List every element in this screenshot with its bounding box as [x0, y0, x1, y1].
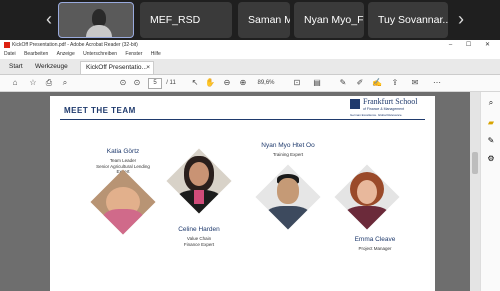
page-total: / 11 — [166, 80, 176, 86]
share-icon[interactable]: ⇪ — [390, 78, 400, 88]
team-member-photo — [334, 164, 400, 230]
document-viewport[interactable]: Meet the Team Frankfurt School of Financ… — [0, 92, 470, 291]
tab-start[interactable]: Start — [4, 61, 28, 73]
sign-icon[interactable]: ✍ — [372, 78, 382, 88]
tab-document-label: KickOff Presentatio... — [86, 64, 147, 71]
team-member-photo — [90, 169, 156, 235]
person-video-body — [86, 25, 112, 37]
next-page-icon[interactable]: ⊙ — [132, 78, 142, 88]
print-icon[interactable]: ⎙ — [44, 78, 54, 88]
menu-item-unterschreiben[interactable]: Unterschreiben — [83, 51, 117, 57]
tab-bar: Start Werkzeuge KickOff Presentatio... × — [0, 59, 500, 75]
zoom-in-icon[interactable]: ⊕ — [238, 78, 248, 88]
menu-bar: Datei Bearbeiten Anzeige Unterschreiben … — [0, 50, 500, 59]
logo-name: Frankfurt School — [363, 97, 418, 106]
prev-participants-arrow[interactable]: ‹ — [42, 8, 56, 30]
next-participants-arrow[interactable]: › — [454, 8, 468, 30]
menu-item-anzeige[interactable]: Anzeige — [57, 51, 75, 57]
menu-item-fenster[interactable]: Fenster — [125, 51, 142, 57]
window-title: KickOff Presentation.pdf - Adobe Acrobat… — [12, 42, 138, 48]
participant-tile[interactable]: MEF_RSD — [140, 2, 232, 38]
home-icon[interactable]: ⌂ — [10, 78, 20, 88]
hand-tool-icon[interactable]: ✋ — [205, 78, 215, 88]
zoom-level-select[interactable]: 89,6% — [254, 78, 278, 88]
participant-tile[interactable]: Tuy Sovannar... — [368, 2, 448, 38]
right-tools-panel: ⌕ ▰ ✎ ⚙ — [480, 92, 500, 291]
highlight-icon[interactable]: ✐ — [355, 78, 365, 88]
team-member-name: Celine Harden — [178, 226, 220, 233]
team-member-photo — [255, 164, 321, 230]
close-tab-icon[interactable]: × — [146, 62, 150, 74]
logo-tagline: German Excellence. Global Relevance. — [350, 113, 403, 117]
team-member-role: Value Chain Finance Expert — [164, 236, 234, 247]
bookmark-star-icon[interactable]: ☆ — [28, 78, 38, 88]
tab-document[interactable]: KickOff Presentatio... × — [80, 61, 154, 74]
toolbar: ⌂ ☆ ⎙ ⌕ ⊙ ⊙ 5 / 11 ↖ ✋ ⊖ ⊕ 89,6% ⊡ ▤ ✎ ✐… — [0, 75, 500, 92]
participant-name: MEF_RSD — [150, 14, 201, 26]
tools-icon[interactable]: ⚙ — [486, 154, 496, 164]
acrobat-window: KickOff Presentation.pdf - Adobe Acrobat… — [0, 40, 500, 291]
window-titlebar: KickOff Presentation.pdf - Adobe Acrobat… — [0, 40, 500, 50]
frankfurt-school-logo: Frankfurt School of Finance & Management… — [350, 96, 420, 118]
menu-item-datei[interactable]: Datei — [4, 51, 16, 57]
team-member-name: Katia Görtz — [106, 148, 140, 155]
participant-name: Nyan Myo_FS — [304, 14, 364, 26]
vertical-scrollbar[interactable] — [470, 92, 480, 291]
scrollbar-thumb[interactable] — [472, 152, 478, 174]
window-controls[interactable]: – ☐ ✕ — [449, 40, 496, 50]
role-line: Training Expert — [272, 152, 304, 157]
page-number-input[interactable]: 5 — [148, 78, 162, 89]
self-video-tile[interactable] — [58, 2, 134, 38]
role-line: Finance Expert — [183, 241, 215, 247]
role-line: Project Manager — [358, 246, 392, 251]
fit-page-icon[interactable]: ⊡ — [290, 78, 304, 88]
edit-pdf-icon[interactable]: ✎ — [486, 136, 496, 146]
zoom-out-icon[interactable]: ⊖ — [222, 78, 232, 88]
team-member-name: Nyan Myo Htet Oo — [261, 142, 315, 149]
frankfurt-school-logo-mark — [350, 99, 360, 109]
slide-title: Meet the Team — [64, 106, 136, 115]
logo-subtitle: of Finance & Management — [363, 107, 405, 111]
menu-item-bearbeiten[interactable]: Bearbeiten — [24, 51, 48, 57]
more-icon[interactable]: ⋯ — [432, 78, 442, 88]
send-icon[interactable]: ✉ — [410, 78, 420, 88]
previous-page-icon[interactable]: ⊙ — [118, 78, 128, 88]
tab-werkzeuge[interactable]: Werkzeuge — [30, 61, 73, 73]
title-divider — [60, 119, 425, 120]
zoom-search-icon[interactable]: ⌕ — [486, 98, 496, 108]
select-cursor-icon[interactable]: ↖ — [190, 78, 200, 88]
participant-tile[interactable]: Nyan Myo_FS — [294, 2, 364, 38]
comment-panel-icon[interactable]: ▰ — [486, 118, 496, 128]
menu-item-hilfe[interactable]: Hilfe — [151, 51, 161, 57]
meeting-participant-strip: ‹ MEF_RSD Saman Meas... Nyan Myo_FS Tuy … — [0, 0, 500, 40]
team-member-role: Training Expert — [248, 152, 328, 158]
comment-icon[interactable]: ✎ — [338, 78, 348, 88]
participant-tile[interactable]: Saman Meas... — [238, 2, 290, 38]
pdf-page: Meet the Team Frankfurt School of Financ… — [50, 96, 435, 291]
team-member-name: Emma Cleave — [354, 236, 396, 243]
team-member-role: Project Manager — [340, 246, 410, 252]
acrobat-app-icon — [4, 42, 10, 48]
search-icon[interactable]: ⌕ — [60, 78, 70, 88]
team-member-photo — [166, 148, 232, 214]
participant-name: Tuy Sovannar... — [378, 14, 448, 26]
scroll-mode-icon[interactable]: ▤ — [312, 78, 322, 88]
participant-name: Saman Meas... — [248, 14, 290, 26]
